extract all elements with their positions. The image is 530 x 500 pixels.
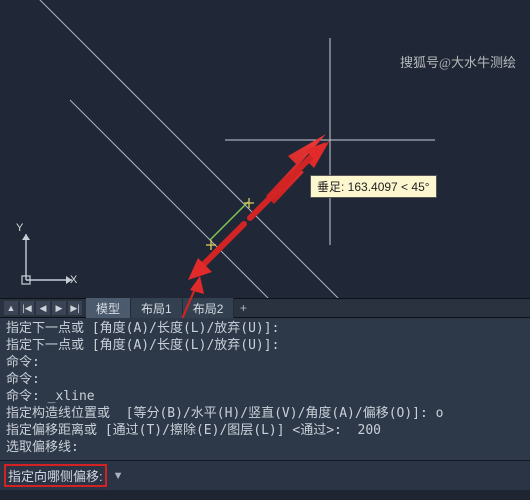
- command-area: 指定下一点或 [角度(A)/长度(L)/放弃(U)]:指定下一点或 [角度(A)…: [0, 318, 530, 490]
- tab-add-button[interactable]: +: [234, 301, 252, 315]
- command-input-row[interactable]: 指定向哪侧偏移: ▼: [0, 460, 530, 490]
- layout-nav-arrows: ▲ |◀ ◀ ▶ ▶|: [0, 301, 86, 315]
- command-history[interactable]: 指定下一点或 [角度(A)/长度(L)/放弃(U)]:指定下一点或 [角度(A)…: [0, 318, 530, 460]
- tab-layout1[interactable]: 布局1: [131, 298, 183, 319]
- command-expand-icon[interactable]: ▼: [113, 470, 124, 482]
- command-history-line: 指定下一点或 [角度(A)/长度(L)/放弃(U)]:: [6, 320, 524, 337]
- command-history-line: 选取偏移线:: [6, 439, 524, 456]
- drawing-viewport[interactable]: 垂足: 163.4097 < 45° 搜狐号@大水牛测绘 Y X: [0, 0, 530, 298]
- tab-last-icon[interactable]: ▶|: [68, 301, 82, 315]
- tab-prev-icon[interactable]: ◀: [36, 301, 50, 315]
- tab-scroll-up-icon[interactable]: ▲: [4, 301, 18, 315]
- tab-first-icon[interactable]: |◀: [20, 301, 34, 315]
- layout-tab-bar: ▲ |◀ ◀ ▶ ▶| 模型 布局1 布局2 +: [0, 298, 530, 318]
- snap-tooltip: 垂足: 163.4097 < 45°: [310, 175, 437, 198]
- watermark-text: 搜狐号@大水牛测绘: [400, 52, 516, 71]
- command-history-line: 命令:: [6, 354, 524, 371]
- ucs-icon: Y X: [10, 204, 100, 294]
- command-prompt: 指定向哪侧偏移:: [4, 464, 107, 487]
- tab-layout2[interactable]: 布局2: [183, 298, 235, 319]
- tab-model[interactable]: 模型: [86, 298, 131, 319]
- command-history-line: 指定构造线位置或 [等分(B)/水平(H)/竖直(V)/角度(A)/偏移(O)]…: [6, 405, 524, 422]
- ucs-y-label: Y: [16, 222, 23, 234]
- command-history-line: 命令:: [6, 371, 524, 388]
- tooltip-text: 垂足: 163.4097 < 45°: [317, 180, 430, 194]
- command-history-line: 指定偏移距离或 [通过(T)/擦除(E)/图层(L)] <通过>: 200: [6, 422, 524, 439]
- command-history-line: 指定下一点或 [角度(A)/长度(L)/放弃(U)]:: [6, 337, 524, 354]
- command-history-line: 命令: _xline: [6, 388, 524, 405]
- ucs-x-label: X: [70, 274, 77, 286]
- tab-next-icon[interactable]: ▶: [52, 301, 66, 315]
